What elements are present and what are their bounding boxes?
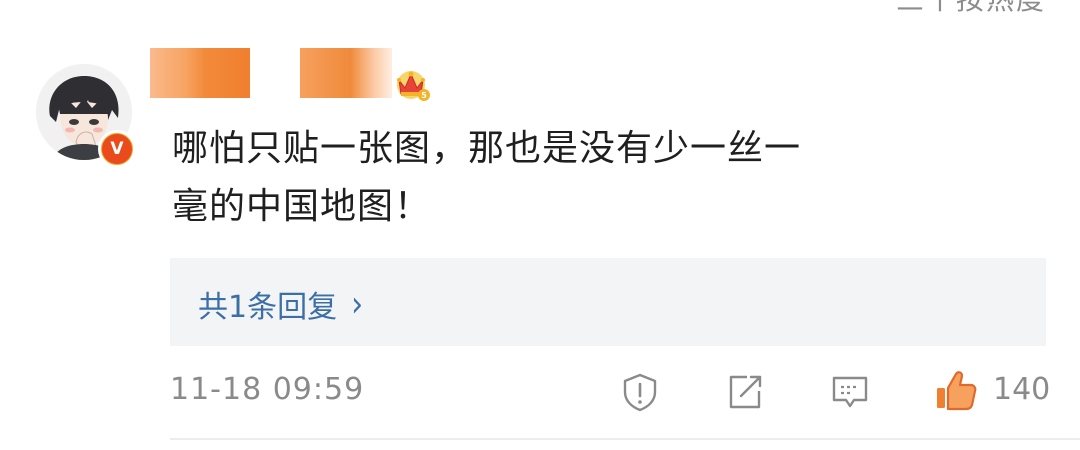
- svg-text:5: 5: [421, 91, 427, 100]
- comment-bubble-icon[interactable]: [830, 372, 870, 412]
- vip-badge-label: V: [102, 134, 132, 164]
- like-thumbs-up-icon[interactable]: [934, 368, 978, 412]
- replies-panel[interactable]: 共1条回复 ›: [170, 258, 1046, 346]
- comment-timestamp: 11-18 09:59: [170, 372, 365, 407]
- view-replies-link[interactable]: 共1条回复 ›: [198, 282, 363, 326]
- replies-count-label: 共1条回复: [198, 290, 338, 325]
- username-blur-part: [150, 48, 250, 98]
- sort-by-heat-label[interactable]: 三个按热度: [896, 0, 1046, 18]
- divider: [170, 438, 1080, 440]
- comment-text-line: 哪怕只贴一张图，那也是没有少一丝一: [172, 128, 802, 169]
- vip-v-badge-icon: V: [98, 130, 136, 168]
- like-count: 140: [993, 372, 1051, 407]
- username-blur-part: [300, 48, 392, 98]
- forward-share-icon[interactable]: [725, 372, 765, 412]
- comment-text: 哪怕只贴一张图，那也是没有少一丝一 毫的中国地图！: [172, 120, 892, 236]
- username-blur-gap: [250, 48, 300, 98]
- chevron-right-icon: ›: [351, 283, 364, 325]
- username-blurred[interactable]: [150, 48, 392, 98]
- comment-text-line: 毫的中国地图！: [172, 186, 432, 227]
- crown-level-icon[interactable]: 5: [393, 66, 431, 102]
- report-shield-icon[interactable]: [620, 372, 660, 412]
